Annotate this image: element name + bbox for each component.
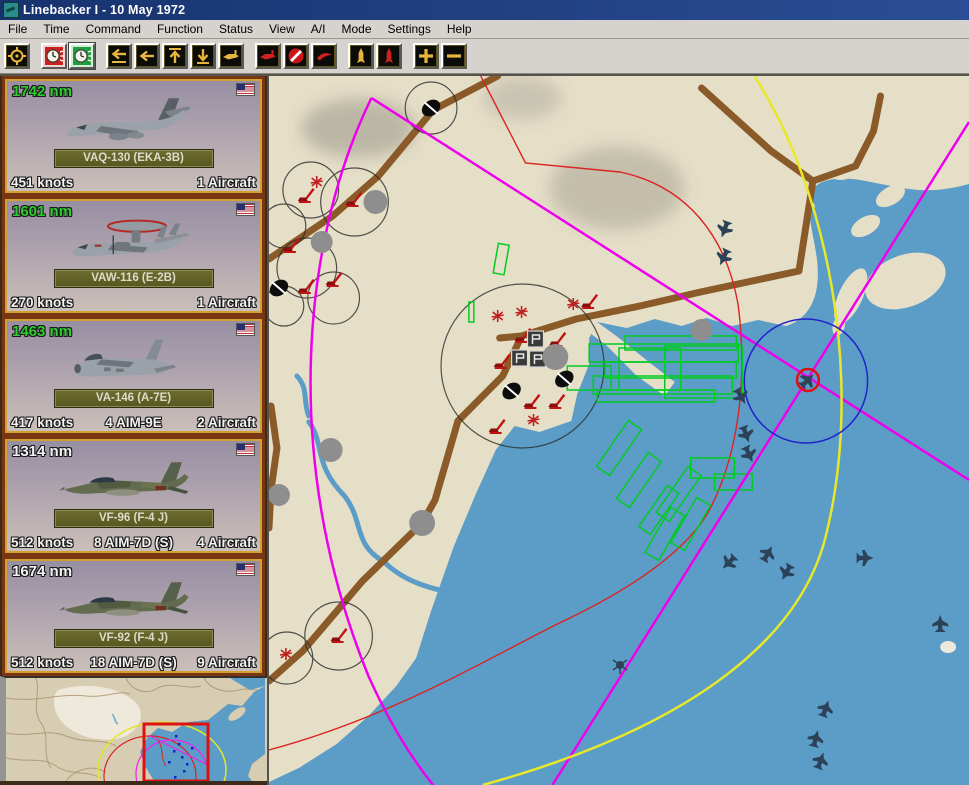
menu-help[interactable]: Help	[439, 22, 480, 36]
menu-view[interactable]: View	[261, 22, 303, 36]
time-pause-button[interactable]	[41, 43, 67, 69]
engage-button[interactable]	[255, 43, 281, 69]
aircraft-count-label: 4 Aircraft	[197, 535, 256, 550]
speed-label: 512 knots	[11, 655, 73, 670]
clock-icon	[44, 46, 64, 66]
tactical-map[interactable]	[267, 76, 969, 785]
speed-label: 417 knots	[11, 415, 73, 430]
zoom-out-button[interactable]	[441, 43, 467, 69]
squadron-card-va146[interactable]: 1463 nm VA-146 (A-7E)	[2, 316, 265, 436]
menu-status[interactable]: Status	[211, 22, 261, 36]
climb-button[interactable]	[162, 43, 188, 69]
evade-button[interactable]	[311, 43, 337, 69]
squadron-name-plate: VA-146 (A-7E)	[54, 389, 214, 408]
window-title: Linebacker I - 10 May 1972	[23, 3, 185, 17]
crosshair-icon	[7, 46, 27, 66]
step-back-button[interactable]	[134, 43, 160, 69]
speed-label: 512 knots	[11, 535, 73, 550]
squadron-name-plate: VF-92 (F-4 J)	[54, 629, 214, 648]
missile-yellow-icon	[351, 46, 371, 66]
menu-ai[interactable]: A/I	[303, 22, 334, 36]
app-icon	[3, 2, 19, 18]
aircraft-count-label: 1 Aircraft	[197, 175, 256, 190]
overview-map[interactable]	[0, 676, 267, 781]
squadron-card-vf92[interactable]: 1674 nm VF-92 (F-4 J)	[2, 556, 265, 676]
missile-fire-button[interactable]	[376, 43, 402, 69]
menu-mode[interactable]: Mode	[333, 22, 379, 36]
missile-red-icon	[379, 46, 399, 66]
menu-function[interactable]: Function	[149, 22, 211, 36]
jump-back-button[interactable]	[106, 43, 132, 69]
menu-file[interactable]: File	[0, 22, 35, 36]
menu-time[interactable]: Time	[35, 22, 77, 36]
squadron-name-plate: VAQ-130 (EKA-3B)	[54, 149, 214, 168]
game-window: Linebacker I - 10 May 1972 File Time Com…	[0, 0, 969, 785]
menu-command[interactable]: Command	[78, 22, 149, 36]
no-entry-icon	[286, 46, 306, 66]
squadron-card-vaw116[interactable]: 1601 nm	[2, 196, 265, 316]
squadron-sidebar: 1742 nm VAQ-130 (EKA-3B) 451 knot	[0, 76, 267, 785]
aircraft-count-label: 9 Aircraft	[197, 655, 256, 670]
squadron-name-plate: VF-96 (F-4 J)	[54, 509, 214, 528]
aircraft-count-label: 2 Aircraft	[197, 415, 256, 430]
menubar: File Time Command Function Status View A…	[0, 20, 969, 39]
arrow-down-bar-icon	[193, 46, 213, 66]
level-flight-button[interactable]	[218, 43, 244, 69]
arrow-up-bar-icon	[165, 46, 185, 66]
speed-label: 451 knots	[11, 175, 73, 190]
plus-icon	[416, 46, 436, 66]
minus-icon	[444, 46, 464, 66]
center-view-button[interactable]	[4, 43, 30, 69]
squadron-name-plate: VAW-116 (E-2B)	[54, 269, 214, 288]
plane-red-icon	[258, 46, 278, 66]
aircraft-count-label: 1 Aircraft	[197, 295, 256, 310]
missile-select-button[interactable]	[348, 43, 374, 69]
descend-button[interactable]	[190, 43, 216, 69]
titlebar: Linebacker I - 10 May 1972	[0, 0, 969, 20]
squadron-card-vaq130[interactable]: 1742 nm VAQ-130 (EKA-3B) 451 knot	[2, 76, 265, 196]
squadron-card-vf96[interactable]: 1314 nm VF-96 (F-4 J)	[2, 436, 265, 556]
toolbar	[0, 39, 969, 74]
speed-label: 270 knots	[11, 295, 73, 310]
arrow-left-icon	[137, 46, 157, 66]
weapons-hold-button[interactable]	[283, 43, 309, 69]
arrow-left-bar-icon	[109, 46, 129, 66]
plane-bank-red-icon	[314, 46, 334, 66]
plane-yellow-icon	[221, 46, 241, 66]
clock-icon	[72, 46, 92, 66]
time-run-button[interactable]	[69, 43, 95, 69]
zoom-in-button[interactable]	[413, 43, 439, 69]
menu-settings[interactable]: Settings	[380, 22, 439, 36]
